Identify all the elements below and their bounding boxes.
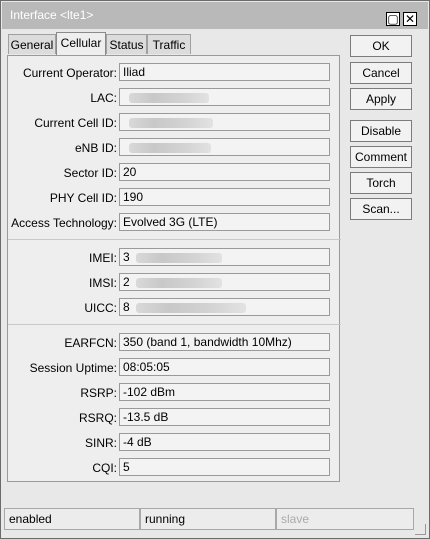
phy-cell-id-field[interactable]: 190 (119, 188, 330, 206)
sinr-field[interactable]: -4 dB (119, 433, 330, 451)
sector-id-field[interactable]: 20 (119, 163, 330, 181)
row-sector-id: Sector ID: 20 (8, 163, 341, 183)
lac-label: LAC: (90, 91, 117, 105)
row-current-operator: Current Operator: Iliad (8, 63, 341, 83)
maximize-icon[interactable]: ▢ (386, 12, 400, 26)
resize-grip-icon[interactable] (415, 524, 426, 535)
imei-label: IMEI: (88, 251, 117, 265)
current-operator-field[interactable]: Iliad (119, 63, 330, 81)
tab-cellular[interactable]: Cellular (56, 32, 106, 55)
status-enabled: enabled (4, 508, 140, 530)
tab-traffic[interactable]: Traffic (147, 34, 191, 54)
redacted-mark (129, 117, 213, 128)
lac-field[interactable] (119, 88, 330, 106)
redacted-mark (129, 142, 211, 153)
apply-button[interactable]: Apply (350, 88, 412, 110)
interface-window: Interface <lte1> ▢ ✕ General Cellular St… (0, 0, 430, 539)
status-running: running (140, 508, 276, 530)
status-bar: enabled running slave (4, 508, 414, 531)
session-uptime-label: Session Uptime: (29, 361, 117, 375)
row-imsi: IMSI: 2 (8, 273, 341, 293)
tab-general[interactable]: General (8, 34, 56, 54)
disable-button[interactable]: Disable (350, 120, 412, 142)
uicc-label: UICC: (84, 301, 117, 315)
imsi-field[interactable]: 2 (119, 273, 330, 291)
comment-button[interactable]: Comment (350, 146, 412, 168)
row-cqi: CQI: 5 (8, 458, 341, 478)
row-imei: IMEI: 3 (8, 248, 341, 268)
status-slave: slave (276, 508, 414, 530)
sector-id-label: Sector ID: (63, 166, 117, 180)
current-cell-id-field[interactable] (119, 113, 330, 131)
cqi-label: CQI: (92, 461, 117, 475)
row-uicc: UICC: 8 (8, 298, 341, 318)
row-access-technology: Access Technology: Evolved 3G (LTE) (8, 213, 341, 233)
title-bar[interactable]: Interface <lte1> ▢ ✕ (2, 2, 428, 29)
close-icon[interactable]: ✕ (403, 12, 417, 26)
sinr-label: SINR: (84, 436, 117, 450)
row-sinr: SINR: -4 dB (8, 433, 341, 453)
separator (8, 239, 341, 240)
access-technology-label: Access Technology: (11, 216, 117, 230)
window-title: Interface <lte1> (10, 8, 94, 22)
row-phy-cell-id: PHY Cell ID: 190 (8, 188, 341, 208)
session-uptime-field[interactable]: 08:05:05 (119, 358, 330, 376)
rsrp-field[interactable]: -102 dBm (119, 383, 330, 401)
uicc-field[interactable]: 8 (119, 298, 330, 316)
redacted-mark (135, 277, 222, 288)
tab-status[interactable]: Status (106, 34, 147, 54)
earfcn-label: EARFCN: (64, 336, 117, 350)
row-rsrp: RSRP: -102 dBm (8, 383, 341, 403)
cancel-button[interactable]: Cancel (350, 62, 412, 84)
earfcn-field[interactable]: 350 (band 1, bandwidth 10Mhz) (119, 333, 330, 351)
enb-id-field[interactable] (119, 138, 330, 156)
torch-button[interactable]: Torch (350, 172, 412, 194)
row-earfcn: EARFCN: 350 (band 1, bandwidth 10Mhz) (8, 333, 341, 353)
rsrp-label: RSRP: (80, 386, 117, 400)
cellular-panel: Current Operator: Iliad LAC: Current Cel… (7, 55, 341, 482)
cqi-field[interactable]: 5 (119, 458, 330, 476)
rsrq-field[interactable]: -13.5 dB (119, 408, 330, 426)
current-operator-label: Current Operator: (22, 66, 117, 80)
imsi-label: IMSI: (88, 276, 117, 290)
row-rsrq: RSRQ: -13.5 dB (8, 408, 341, 428)
current-cell-id-label: Current Cell ID: (34, 116, 117, 130)
redacted-mark (129, 92, 209, 103)
enb-id-label: eNB ID: (74, 141, 117, 155)
row-lac: LAC: (8, 88, 341, 108)
rsrq-label: RSRQ: (78, 411, 117, 425)
access-technology-field[interactable]: Evolved 3G (LTE) (119, 213, 330, 231)
redacted-mark (135, 302, 246, 313)
separator (8, 324, 341, 325)
scan-button[interactable]: Scan... (350, 198, 412, 220)
redacted-mark (135, 252, 222, 263)
row-enb-id: eNB ID: (8, 138, 341, 158)
imei-field[interactable]: 3 (119, 248, 330, 266)
ok-button[interactable]: OK (350, 35, 412, 57)
phy-cell-id-label: PHY Cell ID: (49, 191, 117, 205)
row-current-cell-id: Current Cell ID: (8, 113, 341, 133)
row-session-uptime: Session Uptime: 08:05:05 (8, 358, 341, 378)
